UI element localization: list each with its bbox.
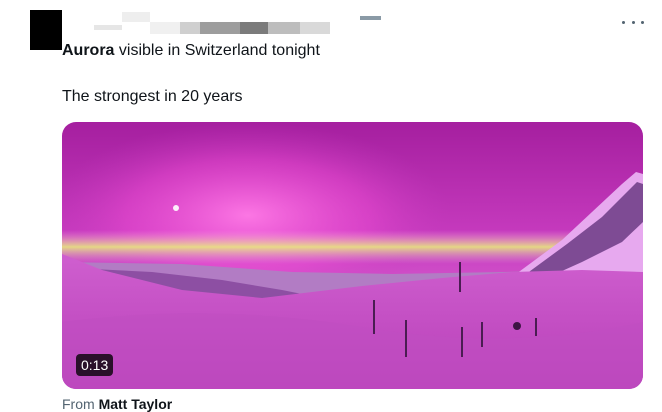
source-name-link[interactable]: Matt Taylor — [99, 396, 173, 412]
redacted-name — [200, 22, 240, 34]
source-prefix: From — [62, 396, 99, 412]
headline-bold: Aurora — [62, 42, 115, 59]
headline-rest: visible in Switzerland tonight — [114, 42, 320, 59]
source-attribution: From Matt Taylor — [62, 396, 172, 412]
redacted-name — [122, 12, 150, 22]
tweet-headline: Aurora visible in Switzerland tonight — [62, 41, 320, 61]
avatar[interactable] — [30, 10, 62, 50]
video-thumbnail[interactable] — [62, 122, 643, 389]
redacted-name — [268, 22, 300, 34]
tweet-body: The strongest in 20 years — [62, 88, 243, 105]
redacted-name — [180, 22, 200, 34]
redacted-name — [240, 22, 268, 34]
aurora-image — [62, 122, 643, 389]
redacted-name — [360, 16, 381, 20]
more-horizontal-icon[interactable] — [622, 15, 644, 29]
redacted-name — [150, 22, 180, 34]
redacted-name — [94, 25, 122, 30]
redacted-name — [300, 22, 330, 34]
video-duration-badge: 0:13 — [76, 354, 114, 376]
